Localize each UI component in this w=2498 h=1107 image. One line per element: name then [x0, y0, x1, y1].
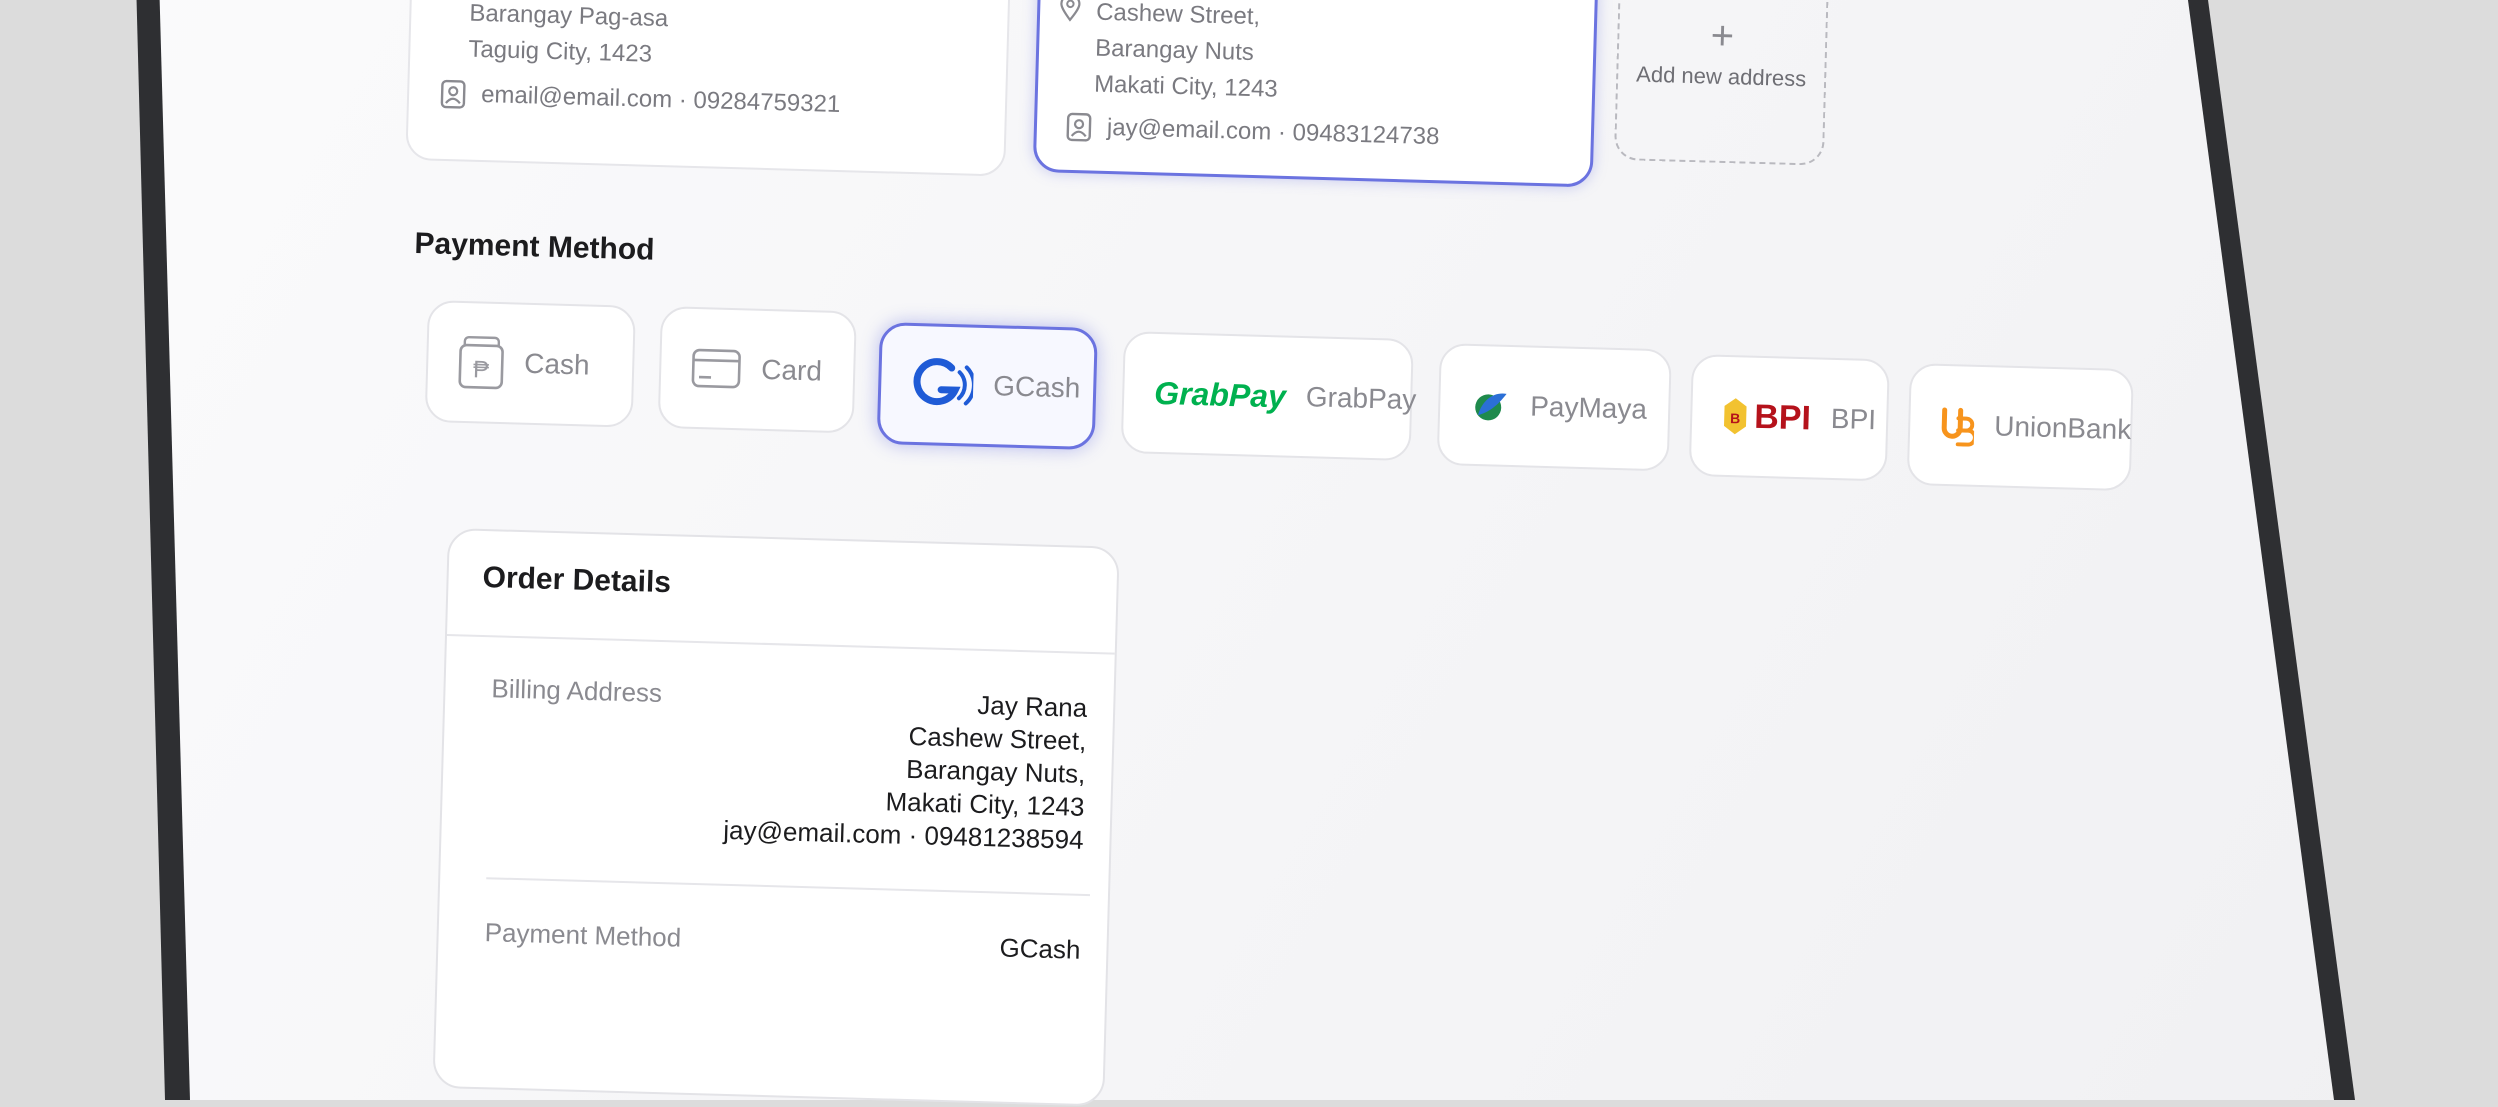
grabpay-logo: GrabPay [1154, 374, 1287, 415]
payment-option-label: Card [761, 354, 823, 388]
payment-option-gcash[interactable]: GCash [877, 322, 1098, 450]
payment-option-label: Cash [524, 348, 590, 382]
payment-option-card[interactable]: Card [658, 306, 857, 433]
divider [447, 634, 1115, 655]
location-pin-icon [1058, 0, 1083, 22]
gcash-logo [910, 353, 974, 417]
order-details-title: Order Details [482, 561, 671, 600]
payment-method-value: GCash [999, 932, 1081, 967]
card-icon [691, 348, 742, 389]
address-line: Barangay Pag-asa [469, 0, 669, 33]
contact-book-icon [439, 79, 468, 110]
address-contact-text: jay@email.com · 09483124738 [1107, 114, 1440, 151]
payment-option-grabpay[interactable]: GrabPay GrabPay [1121, 331, 1414, 461]
payment-option-label: PayMaya [1530, 391, 1648, 426]
add-address-label: Add new address [1636, 62, 1807, 93]
order-details-card: Order Details Billing Address Jay Rana C… [432, 528, 1119, 1107]
payment-option-label: GCash [993, 370, 1081, 404]
address-line: Makati City, 1243 [1094, 71, 1278, 104]
address-line: Cashew Street, [1096, 0, 1261, 31]
billing-address-value: Jay Rana Cashew Street, Barangay Nuts, M… [723, 682, 1088, 857]
address-contact: jay@email.com · 09483124738 [1065, 112, 1440, 152]
paymaya-logo [1470, 385, 1511, 426]
divider [486, 877, 1090, 896]
address-card-1[interactable]: Barangay Pag-asa Taguig City, 1423 email… [405, 0, 1011, 177]
checkout-page: Barangay Pag-asa Taguig City, 1423 email… [0, 0, 2498, 966]
address-contact: email@email.com · 09284759321 [439, 79, 841, 120]
bpi-logo: B BPI [1722, 396, 1812, 438]
address-card-2[interactable]: Cashew Street, Barangay Nuts Makati City… [1033, 0, 1600, 188]
payment-option-paymaya[interactable]: PayMaya [1437, 343, 1672, 471]
payment-option-label: GrabPay [1305, 381, 1416, 416]
payment-method-label: Payment Method [484, 917, 681, 953]
payment-option-cash[interactable]: ₱ Cash [425, 300, 636, 428]
add-address-button[interactable]: + Add new address [1614, 0, 1830, 166]
address-contact-text: email@email.com · 09284759321 [481, 81, 841, 119]
plus-icon: + [1710, 16, 1734, 57]
payment-method-title: Payment Method [414, 227, 655, 268]
billing-address-label: Billing Address [491, 673, 662, 709]
payment-option-unionbank[interactable]: UnionBank [1907, 363, 2134, 491]
address-line: Taguig City, 1423 [468, 36, 652, 69]
payment-option-label: UnionBank [1994, 410, 2132, 446]
cash-icon: ₱ [458, 335, 505, 390]
contact-book-icon [1065, 112, 1094, 143]
address-line: Barangay Nuts [1095, 35, 1254, 67]
svg-text:B: B [1730, 410, 1741, 426]
bpi-logo-text: BPI [1754, 397, 1812, 438]
payment-option-label: BPI [1830, 403, 1876, 436]
payment-option-bpi[interactable]: B BPI BPI [1689, 354, 1890, 481]
svg-text:₱: ₱ [473, 356, 490, 383]
unionbank-logo [1940, 404, 1975, 447]
